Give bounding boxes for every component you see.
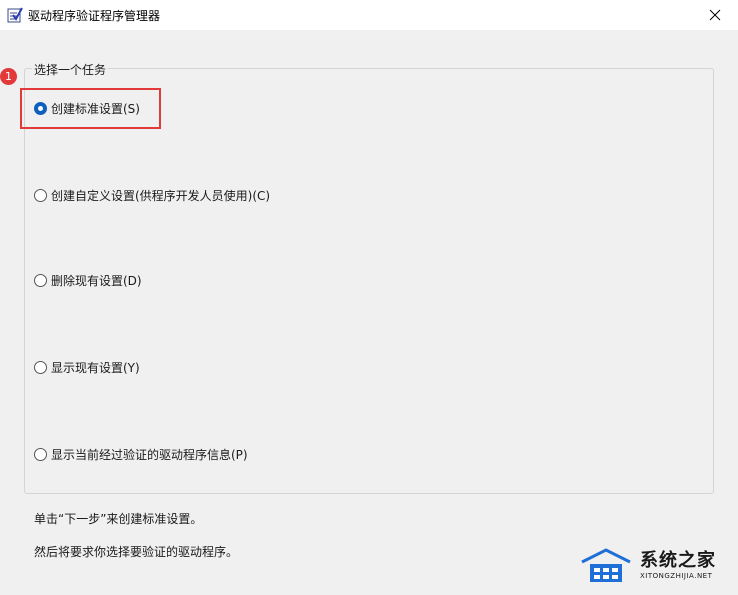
- step-number-badge: 1: [0, 68, 17, 85]
- radio-button[interactable]: [34, 189, 47, 202]
- close-icon: [709, 9, 721, 21]
- radio-display-verified-drivers[interactable]: 显示当前经过验证的驱动程序信息(P): [34, 446, 248, 463]
- radio-label: 显示当前经过验证的驱动程序信息(P): [51, 448, 248, 462]
- radio-button-selected[interactable]: [34, 102, 47, 115]
- watermark-name: 系统之家: [640, 550, 716, 571]
- radio-label: 创建自定义设置(供程序开发人员使用)(C): [51, 189, 271, 203]
- radio-create-custom[interactable]: 创建自定义设置(供程序开发人员使用)(C): [34, 187, 270, 204]
- watermark: 系统之家 XITONGZHIJIA.NET: [580, 544, 730, 588]
- house-logo-icon: [580, 548, 632, 584]
- watermark-url: XITONGZHIJIA.NET: [640, 572, 713, 580]
- radio-create-standard[interactable]: 创建标准设置(S): [34, 100, 140, 117]
- instruction-line-1: 单击“下一步”来创建标准设置。: [34, 512, 203, 526]
- radio-delete-existing[interactable]: 删除现有设置(D): [34, 272, 142, 289]
- radio-label: 创建标准设置(S): [51, 102, 140, 116]
- radio-label: 显示现有设置(Y): [51, 361, 140, 375]
- radio-display-existing[interactable]: 显示现有设置(Y): [34, 359, 140, 376]
- radio-button[interactable]: [34, 448, 47, 461]
- radio-button[interactable]: [34, 361, 47, 374]
- radio-button[interactable]: [34, 274, 47, 287]
- app-checklist-icon: [7, 7, 23, 23]
- title-bar: 驱动程序验证程序管理器: [0, 0, 738, 30]
- window-title: 驱动程序验证程序管理器: [28, 9, 161, 23]
- task-group-legend: 选择一个任务: [32, 61, 109, 78]
- instruction-line-2: 然后将要求你选择要验证的驱动程序。: [34, 545, 239, 559]
- close-button[interactable]: [692, 0, 738, 30]
- radio-label: 删除现有设置(D): [51, 274, 142, 288]
